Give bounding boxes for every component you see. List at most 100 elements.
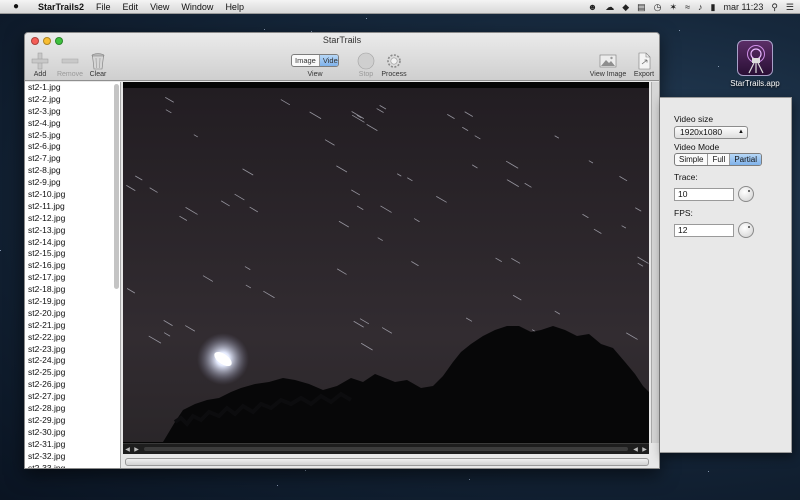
file-list-item[interactable]: st2-24.jpg [25,355,120,367]
clear-button[interactable]: Clear [87,52,109,78]
file-list-item[interactable]: st2-5.jpg [25,130,120,142]
menu-view[interactable]: View [150,2,169,12]
bluetooth-icon[interactable]: ✶ [670,2,678,13]
view-control: Image Video View [291,52,339,78]
fps-dial[interactable] [738,222,754,238]
desktop-star [718,66,719,67]
video-size-select[interactable]: 1920x1080 ▲ [674,126,748,139]
video-mode-segmented-control[interactable]: Simple Full Partial [674,153,763,166]
menu-file[interactable]: File [96,2,111,12]
view-image-button[interactable]: View Image [587,52,629,78]
file-list-item[interactable]: st2-29.jpg [25,415,120,427]
volume-button[interactable]: ◀ [123,446,132,453]
menu-help[interactable]: Help [225,2,244,12]
menu-edit[interactable]: Edit [123,2,139,12]
file-list-item[interactable]: st2-21.jpg [25,320,120,332]
file-list-item[interactable]: st2-6.jpg [25,141,120,153]
file-list-item[interactable]: st2-8.jpg [25,165,120,177]
desktop-star [469,479,470,480]
mode-simple-segment[interactable]: Simple [675,154,709,165]
file-list-item[interactable]: st2-26.jpg [25,379,120,391]
file-list-item[interactable]: st2-28.jpg [25,403,120,415]
stop-button[interactable]: Stop [355,52,377,78]
file-list-item[interactable]: st2-14.jpg [25,237,120,249]
view-image-segment[interactable]: Image [292,55,320,66]
file-list-item[interactable]: st2-3.jpg [25,106,120,118]
file-list-item[interactable]: st2-18.jpg [25,284,120,296]
file-list-item[interactable]: st2-30.jpg [25,427,120,439]
video-size-value: 1920x1080 [680,127,723,137]
video-preview[interactable]: ◀ ▶ ◀ ▶ [123,82,649,454]
wifi-icon[interactable]: ≈ [685,2,690,12]
mode-full-segment[interactable]: Full [708,154,731,165]
file-list-item[interactable]: st2-23.jpg [25,344,120,356]
file-list-item[interactable]: st2-33.jpg [25,463,120,469]
file-list-item[interactable]: st2-32.jpg [25,451,120,463]
file-list-item[interactable]: st2-2.jpg [25,94,120,106]
export-button[interactable]: Export [631,52,657,78]
file-list: st2-1.jpg st2-2.jpg st2-3.jpg st2-4.jpg st2-… [25,82,120,469]
menu-window[interactable]: Window [181,2,213,12]
trace-input[interactable]: 10 [674,188,734,201]
menubar-clock[interactable]: mar 11:23 [723,2,763,12]
trace-dial[interactable] [738,186,754,202]
time-machine-icon[interactable]: ◷ [654,2,662,13]
menubar: ● StarTrails2 File Edit View Window Help… [0,0,800,14]
desktop-app-item[interactable]: StarTrails.app [726,40,784,88]
apple-menu-icon[interactable]: ● [10,1,22,12]
window-titlebar[interactable]: StarTrails Add Remove Clear Image Vide V… [25,33,659,81]
file-list-item[interactable]: st2-7.jpg [25,153,120,165]
fps-input[interactable]: 12 [674,224,734,237]
volume-icon[interactable]: ♪ [698,2,703,12]
video-size-label: Video size [674,114,714,124]
desktop-star [366,18,367,19]
image-file-list[interactable]: st2-1.jpg st2-2.jpg st2-3.jpg st2-4.jpg st2-… [25,82,121,469]
process-button[interactable]: Process [379,52,409,78]
file-list-item[interactable]: st2-1.jpg [25,82,120,94]
mode-partial-segment[interactable]: Partial [730,154,762,165]
file-list-item[interactable]: st2-4.jpg [25,118,120,130]
file-list-item[interactable]: st2-22.jpg [25,332,120,344]
preview-scrollbar[interactable] [651,82,659,443]
process-label: Process [381,71,407,78]
file-list-item[interactable]: st2-9.jpg [25,177,120,189]
file-list-item[interactable]: st2-27.jpg [25,391,120,403]
puzzle-status-icon[interactable]: ◆ [622,2,629,13]
file-list-scrollbar[interactable] [114,84,119,289]
file-list-item[interactable]: st2-12.jpg [25,213,120,225]
file-list-item[interactable]: st2-20.jpg [25,308,120,320]
play-button[interactable]: ▶ [132,446,141,453]
file-list-item[interactable]: st2-25.jpg [25,367,120,379]
add-label: Add [33,71,47,78]
file-list-item[interactable]: st2-13.jpg [25,225,120,237]
cloud-status-icon[interactable]: ☁ [605,2,614,13]
desktop-star [277,485,278,486]
add-button[interactable]: Add [29,52,51,78]
file-list-item[interactable]: st2-17.jpg [25,272,120,284]
battery-icon[interactable]: ▮ [711,2,716,13]
file-list-item[interactable]: st2-10.jpg [25,189,120,201]
settings-drawer: Video size 1920x1080 ▲ Video Mode Simple… [660,97,792,453]
file-list-item[interactable]: st2-31.jpg [25,439,120,451]
spotlight-icon[interactable]: ⚲ [771,2,778,13]
alien-status-icon[interactable]: ☻ [588,2,597,12]
updown-arrows-icon: ▲ [738,129,744,135]
file-list-item[interactable]: st2-19.jpg [25,296,120,308]
step-forward-button[interactable]: ▶ [640,446,649,453]
view-video-segment[interactable]: Video [319,55,338,66]
desktop-app-label: StarTrails.app [730,79,780,88]
desktop-star [679,30,680,31]
file-list-item[interactable]: st2-16.jpg [25,260,120,272]
clear-label: Clear [89,71,107,78]
notes-status-icon[interactable]: ▤ [637,2,646,13]
video-scrubber[interactable] [144,447,628,451]
remove-button[interactable]: Remove [55,52,85,78]
file-list-item[interactable]: st2-11.jpg [25,201,120,213]
step-back-button[interactable]: ◀ [631,446,640,453]
menu-app-name[interactable]: StarTrails2 [38,2,84,12]
view-segmented-control[interactable]: Image Video [291,54,339,67]
desktop-star [0,250,1,251]
notification-list-icon[interactable]: ☰ [786,2,794,13]
file-list-item[interactable]: st2-15.jpg [25,248,120,260]
trace-label: Trace: [674,172,698,182]
